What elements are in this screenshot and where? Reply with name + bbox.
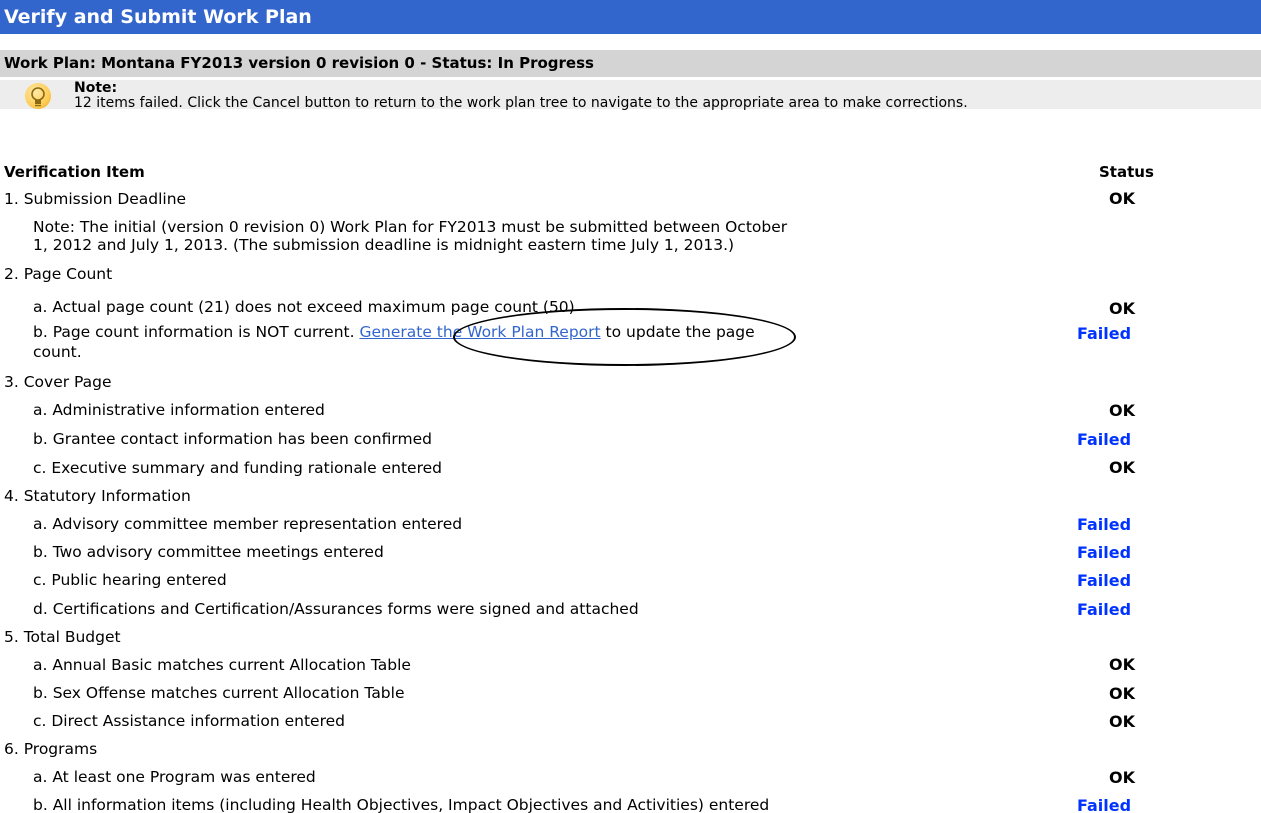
status-statutory-a: Failed (1077, 515, 1132, 534)
item-page-count-b: b. Page count information is NOT current… (33, 322, 755, 342)
status-statutory-b: Failed (1077, 543, 1132, 562)
note-box: Note: 12 items failed. Click the Cancel … (0, 80, 1261, 111)
deadline-note-line-1: Note: The initial (version 0 revision 0)… (33, 218, 788, 236)
status-page-count-a: OK (1109, 299, 1135, 318)
verification-item-column-header: Verification Item (4, 163, 145, 181)
status-cover-page-c: OK (1109, 458, 1135, 477)
status-programs-b: Failed (1077, 796, 1132, 813)
section-programs: 6. Programs (4, 740, 98, 758)
status-cover-page-b: Failed (1077, 430, 1132, 449)
work-plan-header: Work Plan: Montana FY2013 version 0 revi… (0, 50, 1261, 77)
page-count-b-text: b. Page count information is NOT current… (33, 323, 360, 341)
status-submission-deadline: OK (1109, 189, 1135, 208)
note-text: 12 items failed. Click the Cancel button… (74, 95, 968, 111)
status-budget-c: OK (1109, 712, 1135, 731)
item-statutory-b: b. Two advisory committee meetings enter… (33, 543, 384, 561)
item-programs-b: b. All information items (including Heal… (33, 796, 770, 813)
section-statutory-information: 4. Statutory Information (4, 487, 191, 505)
item-programs-a: a. At least one Program was entered (33, 768, 316, 786)
item-statutory-a: a. Advisory committee member representat… (33, 515, 463, 533)
lightbulb-icon (25, 83, 51, 109)
status-programs-a: OK (1109, 768, 1135, 787)
status-statutory-d: Failed (1077, 600, 1132, 619)
item-cover-page-a: a. Administrative information entered (33, 401, 325, 419)
item-budget-b: b. Sex Offense matches current Allocatio… (33, 684, 405, 702)
generate-work-plan-report-link[interactable]: Generate the Work Plan Report (359, 323, 600, 341)
section-total-budget: 5. Total Budget (4, 628, 121, 646)
item-budget-c: c. Direct Assistance information entered (33, 712, 345, 730)
item-cover-page-c: c. Executive summary and funding rationa… (33, 459, 442, 477)
item-cover-page-b: b. Grantee contact information has been … (33, 430, 432, 448)
item-statutory-d: d. Certifications and Certification/Assu… (33, 600, 639, 618)
page-title: Verify and Submit Work Plan (0, 0, 1261, 34)
item-statutory-c: c. Public hearing entered (33, 571, 227, 589)
status-page-count-b: Failed (1077, 324, 1132, 343)
verify-submit-page: Verify and Submit Work Plan Work Plan: M… (0, 0, 1261, 813)
status-budget-a: OK (1109, 655, 1135, 674)
section-page-count: 2. Page Count (4, 265, 113, 283)
section-submission-deadline: 1. Submission Deadline (4, 190, 187, 208)
item-page-count-b-line2: count. (33, 343, 82, 361)
note-title: Note: (74, 80, 118, 96)
item-page-count-a: a. Actual page count (21) does not excee… (33, 298, 575, 316)
page-count-b-text-after: to update the page (600, 323, 755, 341)
deadline-note-line-2: 1, 2012 and July 1, 2013. (The submissio… (33, 236, 735, 254)
status-column-header: Status (1099, 163, 1154, 181)
status-cover-page-a: OK (1109, 401, 1135, 420)
status-budget-b: OK (1109, 684, 1135, 703)
status-statutory-c: Failed (1077, 571, 1132, 590)
item-budget-a: a. Annual Basic matches current Allocati… (33, 656, 411, 674)
section-cover-page: 3. Cover Page (4, 373, 112, 391)
